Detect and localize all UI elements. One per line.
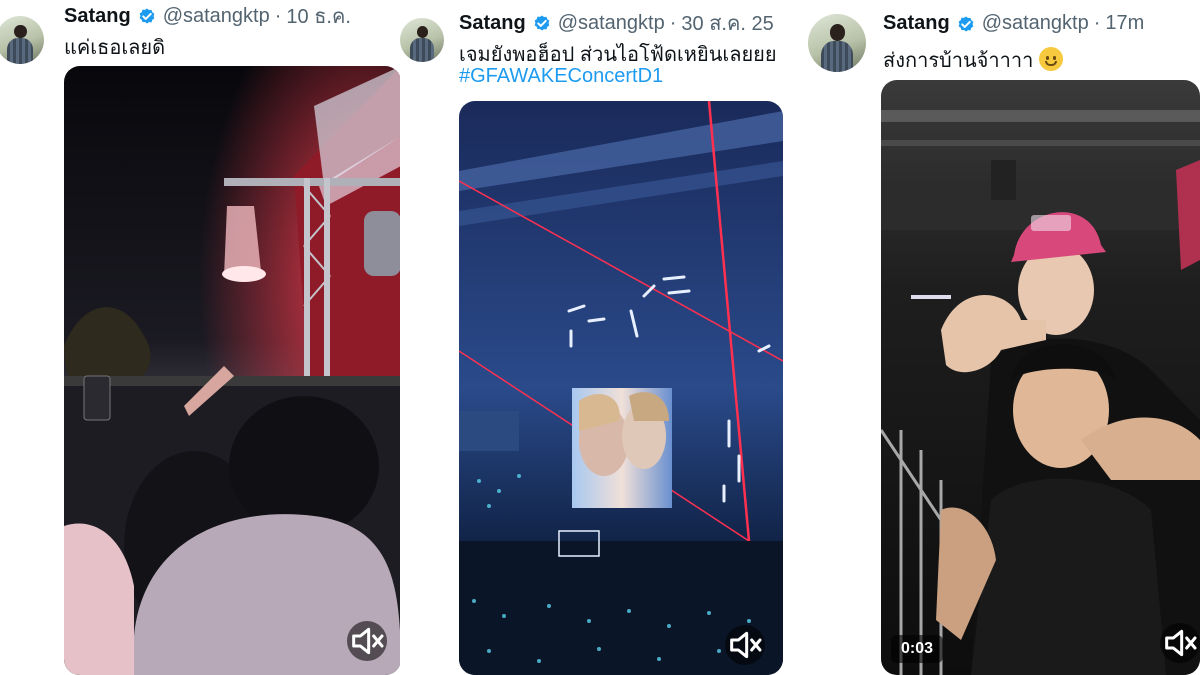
tweet-2[interactable]: Satang @satangktp · 30 ส.ค. 25 เจมยังพอฮ…	[400, 0, 805, 675]
avatar[interactable]	[808, 14, 866, 72]
timestamp[interactable]: 10 ธ.ค.	[286, 0, 351, 32]
video-player[interactable]	[459, 101, 783, 675]
mute-button[interactable]	[725, 625, 765, 665]
tweet-header: Satang @satangktp · 17m	[883, 12, 1144, 35]
video-elapsed-time: 0:03	[891, 635, 944, 663]
separator: ·	[669, 11, 677, 34]
timestamp[interactable]: 30 ส.ค. 25	[681, 7, 773, 39]
tweet-text: แค่เธอเลยดิ	[64, 37, 166, 59]
tweet-3[interactable]: Satang @satangktp · 17m ส่งการบ้านจ้าาาา	[808, 0, 1200, 675]
author-name[interactable]: Satang	[64, 5, 131, 28]
video-frame	[881, 80, 1200, 675]
separator: ·	[274, 4, 282, 27]
tweet-text-body: ส่งการบ้านจ้าาาา	[883, 50, 1034, 72]
tweet-header: Satang @satangktp · 10 ธ.ค.	[64, 0, 351, 32]
hashtag-link[interactable]: #GFAWAKEConcertD1	[459, 65, 663, 88]
verified-badge-icon	[139, 8, 155, 24]
speaker-muted-icon	[730, 631, 762, 659]
video-player[interactable]	[64, 66, 400, 675]
video-frame	[459, 101, 783, 675]
author-name[interactable]: Satang	[459, 12, 526, 35]
speaker-muted-icon	[352, 627, 384, 655]
timestamp[interactable]: 17m	[1105, 12, 1144, 35]
avatar[interactable]	[400, 18, 444, 62]
tweet-text: ส่งการบ้านจ้าาาา	[883, 44, 1064, 76]
author-handle[interactable]: @satangktp	[163, 5, 270, 28]
video-frame	[64, 66, 400, 675]
mute-button[interactable]	[347, 621, 387, 661]
author-handle[interactable]: @satangktp	[558, 12, 665, 35]
verified-badge-icon	[958, 16, 974, 31]
separator: ·	[1093, 12, 1101, 34]
author-handle[interactable]: @satangktp	[982, 12, 1089, 35]
mute-button[interactable]	[1160, 623, 1200, 663]
author-name[interactable]: Satang	[883, 12, 950, 35]
verified-badge-icon	[534, 15, 550, 31]
speaker-muted-icon	[1165, 629, 1197, 657]
upside-down-face-icon	[1039, 47, 1064, 71]
video-player[interactable]: 0:03	[881, 80, 1200, 675]
avatar[interactable]	[0, 16, 44, 64]
tweet-1[interactable]: Satang @satangktp · 10 ธ.ค. แค่เธอเลยดิ	[0, 0, 400, 675]
tweet-header: Satang @satangktp · 30 ส.ค. 25	[459, 7, 774, 39]
